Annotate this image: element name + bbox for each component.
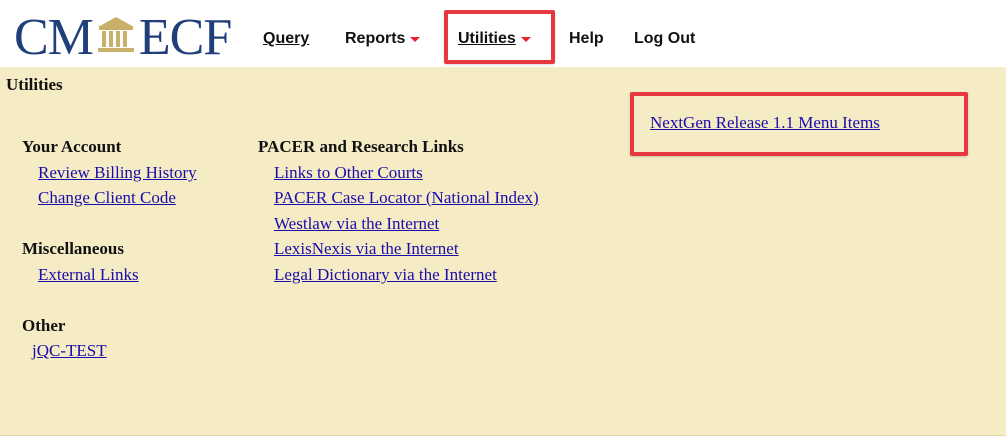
menu-utilities-label: Utilities (458, 30, 516, 47)
link-nextgen-release-menu-items[interactable]: NextGen Release 1.1 Menu Items (650, 113, 880, 133)
menu-help[interactable]: Help (569, 30, 604, 48)
menu-reports-label: Reports (345, 30, 406, 47)
section-your-account: Your Account (22, 137, 122, 156)
link-pacer-case-locator[interactable]: PACER Case Locator (National Index) (274, 188, 539, 208)
caret-down-icon (520, 37, 531, 43)
menu-reports[interactable]: Reports (345, 30, 421, 48)
link-review-billing-history[interactable]: Review Billing History (38, 163, 197, 183)
menu-query[interactable]: Query (263, 30, 309, 48)
section-other: Other (22, 316, 66, 335)
link-lexisnexis[interactable]: LexisNexis via the Internet (274, 239, 459, 259)
utilities-content-panel: Utilities Your Account Review Billing Hi… (0, 67, 1006, 436)
link-westlaw[interactable]: Westlaw via the Internet (274, 214, 439, 234)
link-jqc-test[interactable]: jQC-TEST (32, 341, 107, 361)
menu-query-label: Query (263, 30, 310, 47)
top-menu-bar: CM ECF Query Reports Utilities Help Log … (0, 0, 1006, 67)
section-pacer-research-links: PACER and Research Links (258, 137, 464, 156)
menu-logout[interactable]: Log Out (634, 30, 695, 48)
cmecf-logo: CM ECF (14, 9, 232, 66)
link-external-links[interactable]: External Links (38, 265, 139, 285)
caret-down-icon (410, 37, 421, 43)
link-change-client-code[interactable]: Change Client Code (38, 188, 176, 208)
link-links-to-other-courts[interactable]: Links to Other Courts (274, 163, 423, 183)
menu-logout-label: Log Out (634, 30, 696, 47)
logo-text-ecf: ECF (138, 9, 232, 66)
page-title: Utilities (6, 75, 63, 94)
section-miscellaneous: Miscellaneous (22, 239, 124, 258)
logo-text-cm: CM (14, 9, 94, 66)
courthouse-building-icon (96, 14, 136, 62)
menu-utilities[interactable]: Utilities (458, 30, 531, 48)
link-legal-dictionary[interactable]: Legal Dictionary via the Internet (274, 265, 497, 285)
menu-help-label: Help (569, 30, 604, 47)
